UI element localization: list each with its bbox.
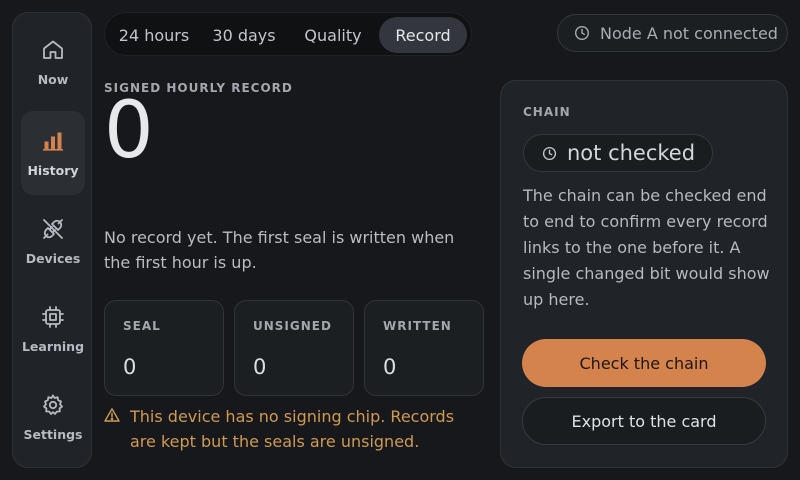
stat-label: SEAL <box>123 319 161 333</box>
sidebar-item-label: Devices <box>25 250 81 266</box>
sidebar-item-devices[interactable]: Devices <box>21 199 85 283</box>
stat-label: WRITTEN <box>383 319 452 333</box>
sidebar-item-label: Learning <box>21 338 85 354</box>
sidebar: Now History Devices Learning Settings <box>12 12 92 468</box>
clock-icon <box>574 25 590 41</box>
sidebar-item-now[interactable]: Now <box>21 20 85 104</box>
chain-status-text: not checked <box>567 141 696 165</box>
stat-value: 0 <box>383 355 397 379</box>
warning-text: This device has no signing chip. Records… <box>130 407 455 451</box>
tab-24-hours[interactable]: 24 hours <box>109 17 199 53</box>
chain-status-badge: not checked <box>523 134 714 172</box>
sidebar-item-label: Now <box>37 71 69 87</box>
sidebar-item-label: Settings <box>23 426 83 442</box>
chip-icon <box>42 305 64 328</box>
sidebar-item-learning[interactable]: Learning <box>21 287 85 371</box>
range-tabs: 24 hours 30 days Quality Record <box>104 12 472 56</box>
stat-value: 0 <box>253 355 267 379</box>
empty-message: No record yet. The first seal is written… <box>104 228 455 272</box>
home-icon <box>43 40 63 59</box>
tab-30-days[interactable]: 30 days <box>201 17 287 53</box>
warning-icon <box>104 408 120 422</box>
signing-chip-warning: This device has no signing chip. Records… <box>104 404 484 454</box>
gear-icon <box>43 394 63 415</box>
stat-label: UNSIGNED <box>253 319 332 333</box>
clock-icon <box>542 146 557 160</box>
sidebar-item-history[interactable]: History <box>21 111 85 195</box>
check-chain-button[interactable]: Check the chain <box>522 339 766 387</box>
chain-title: CHAIN <box>523 105 571 119</box>
stat-card-seal: SEAL 0 <box>104 300 224 396</box>
sidebar-item-settings[interactable]: Settings <box>21 375 85 459</box>
stat-card-written: WRITTEN 0 <box>364 300 484 396</box>
chain-description: The chain can be checked end to end to c… <box>523 186 770 309</box>
stat-card-unsigned: UNSIGNED 0 <box>234 300 354 396</box>
stat-value: 0 <box>123 355 137 379</box>
export-card-button[interactable]: Export to the card <box>522 397 766 445</box>
sidebar-item-label: History <box>27 162 79 178</box>
tab-quality[interactable]: Quality <box>289 17 377 53</box>
bar-chart-icon <box>43 132 63 151</box>
node-status-badge[interactable]: Node A not connected <box>557 14 788 52</box>
node-status-text: Node A not connected <box>600 23 778 43</box>
tab-record[interactable]: Record <box>379 17 467 53</box>
chain-panel: CHAIN not checked The chain can be check… <box>500 80 788 468</box>
record-count: 0 <box>104 86 154 176</box>
plug-disconnected-icon <box>43 218 63 239</box>
